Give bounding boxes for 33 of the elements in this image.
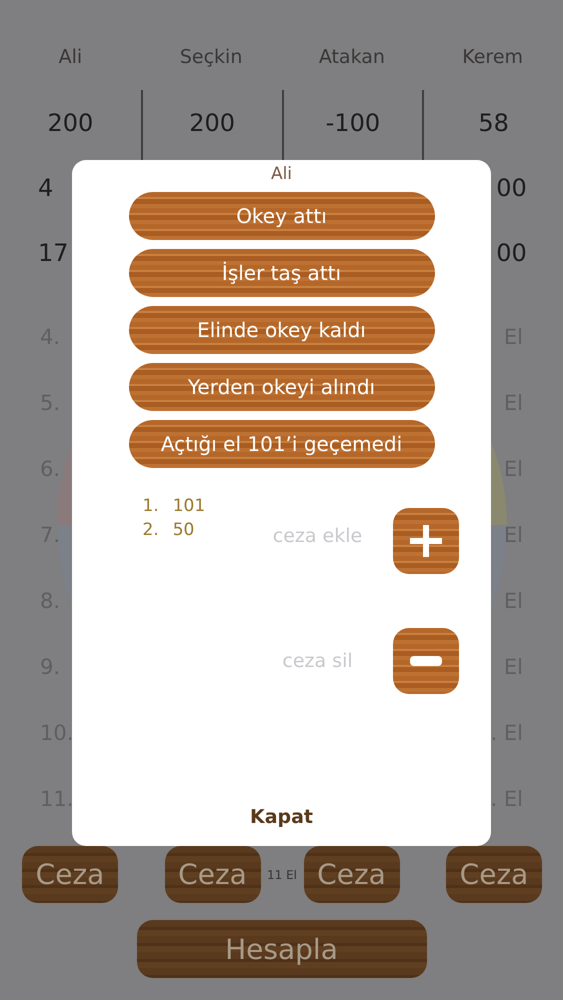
close-button[interactable]: Kapat [246, 804, 318, 830]
penalty-value: 50 [172, 520, 194, 542]
list-number: 1. [142, 496, 159, 518]
action-button[interactable]: İşler taş attı [128, 249, 434, 297]
add-button[interactable] [392, 508, 458, 574]
calculate-button[interactable]: Hesapla [136, 920, 426, 978]
dialog-title: Ali [270, 164, 292, 186]
score-cell-text: 200 [47, 108, 94, 139]
penalty-button[interactable]: Ceza [164, 846, 260, 903]
score-cell-text: 200 [189, 108, 236, 139]
plus-icon [408, 523, 444, 559]
score-cell-text: 4 [38, 173, 54, 204]
penalty-value: 101 [172, 496, 206, 518]
player-name: Ali [58, 46, 82, 70]
minus-icon [410, 656, 442, 666]
player-name: Seçkin [180, 46, 242, 70]
action-button[interactable]: Yerden okeyi alındı [128, 363, 434, 411]
penalty-button[interactable]: Ceza [22, 846, 118, 903]
player-name: Kerem [462, 46, 524, 70]
action-button[interactable]: Okey attı [128, 192, 434, 240]
score-cell-text: 00 [496, 238, 527, 269]
player-name: Atakan [318, 46, 385, 70]
action-button[interactable]: Elinde okey kaldı [128, 306, 434, 354]
action-button[interactable]: Açtığı el 101’i geçemedi [128, 420, 434, 468]
round-count: 11 El [267, 868, 297, 882]
score-cell-text: 58 [478, 108, 509, 139]
penalty-button[interactable]: Ceza [446, 846, 542, 903]
score-cell-text: 17 [38, 238, 69, 269]
score-cell-text: 00 [496, 173, 527, 204]
penalty-button[interactable]: Ceza [304, 846, 400, 903]
score-cell-text: -100 [326, 108, 380, 139]
list-number: 2. [142, 520, 159, 542]
remove-button[interactable] [392, 628, 458, 694]
